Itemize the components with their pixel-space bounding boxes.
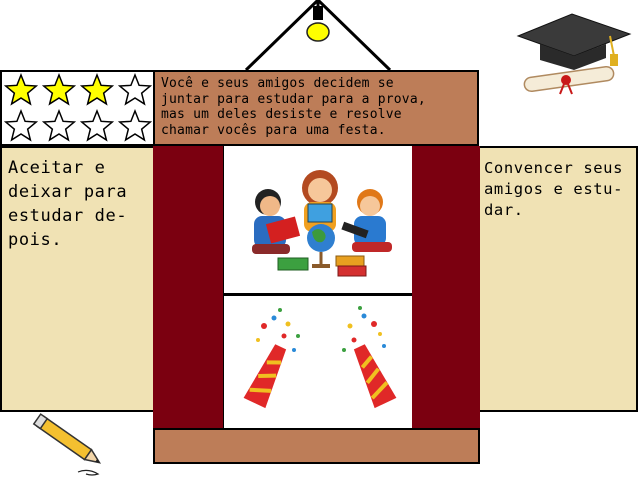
children-studying-illustration <box>252 170 392 277</box>
option-line: dar. <box>484 201 524 219</box>
question-text: Você e seus amigos decidem se juntar par… <box>161 76 473 138</box>
star-empty-icon <box>118 73 152 106</box>
scene-party <box>224 296 412 428</box>
option-convince-button[interactable]: Convencer seus amigos e estu- dar. <box>478 146 638 412</box>
star-filled-icon <box>80 73 114 106</box>
curtain-right <box>410 146 480 428</box>
star-empty-icon <box>80 109 114 142</box>
star-empty-icon <box>42 109 76 142</box>
party-poppers-illustration <box>243 306 397 409</box>
option-line: deixar para <box>8 182 128 202</box>
star-filled-icon <box>42 73 76 106</box>
question-line: Você e seus amigos decidem se <box>161 76 394 91</box>
question-line: chamar vocês para uma festa. <box>161 122 386 138</box>
option-line: pois. <box>8 230 63 250</box>
option-accept-button[interactable]: Aceitar e deixar para estudar de- pois. <box>0 146 155 412</box>
star-empty-icon <box>118 109 152 142</box>
question-line: mas um deles desiste e resolve <box>161 107 402 122</box>
question-line: juntar para estudar para a prova, <box>161 91 426 107</box>
option-line: amigos e estu- <box>484 180 624 198</box>
stage-floor <box>153 428 480 464</box>
pencil-icon <box>32 413 102 476</box>
rating-stars <box>0 70 155 146</box>
diploma-icon <box>523 65 615 95</box>
option-line: Convencer seus <box>484 159 624 177</box>
scene-study <box>224 146 412 296</box>
question-box: Você e seus amigos decidem se juntar par… <box>153 70 479 146</box>
option-line: estudar de- <box>8 206 128 226</box>
option-line: Aceitar e <box>8 158 106 178</box>
graduation-cap-icon <box>516 13 632 95</box>
star-filled-icon <box>4 73 38 106</box>
curtain-left <box>153 146 225 428</box>
star-empty-icon <box>4 109 38 142</box>
